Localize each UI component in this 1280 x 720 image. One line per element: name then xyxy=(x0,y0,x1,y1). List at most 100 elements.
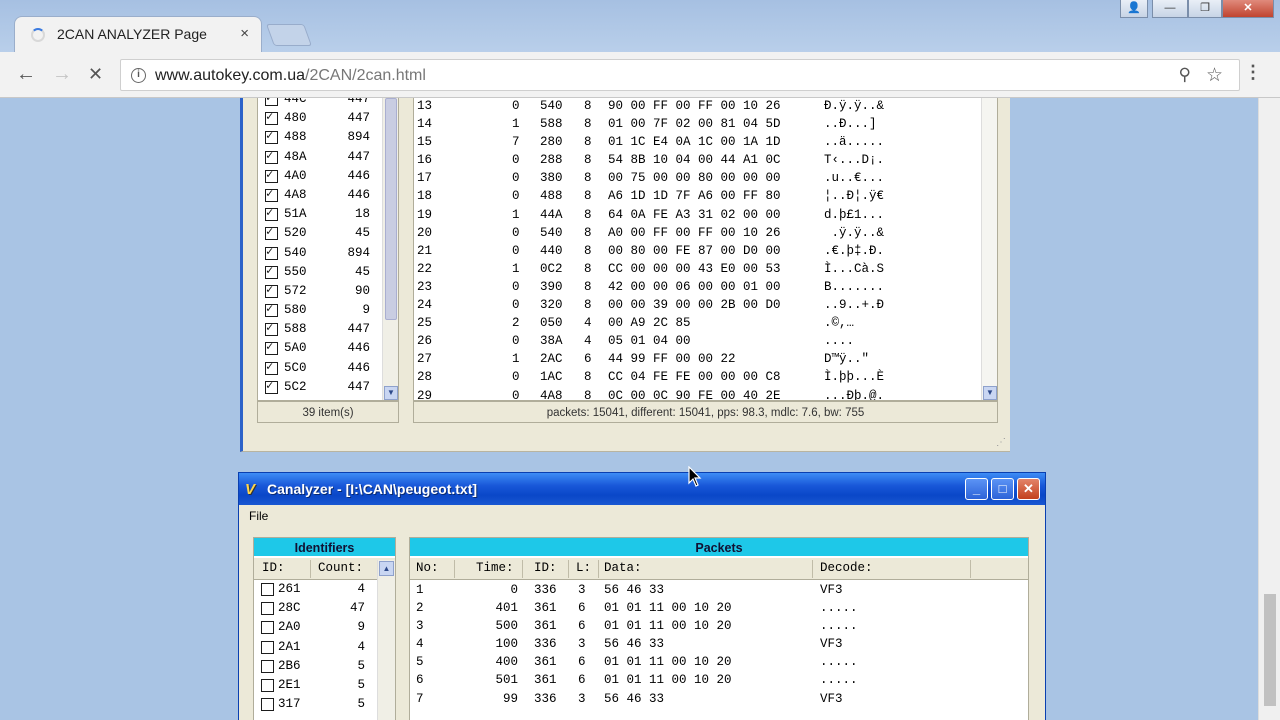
bookmark-star-icon[interactable]: ☆ xyxy=(1206,64,1223,87)
col-len[interactable]: L: xyxy=(576,561,591,575)
zoom-icon[interactable]: ⚲ xyxy=(1179,65,1191,85)
packet-row[interactable]: 14 1 588 8 01 00 7F 02 00 81 04 5D ..Ð...] xyxy=(414,116,997,134)
identifier-row[interactable]: 4A8 446 xyxy=(258,186,398,205)
window-close-button[interactable]: ✕ xyxy=(1222,0,1274,18)
user-icon[interactable]: 👤 xyxy=(1120,0,1148,18)
identifier-row[interactable]: 5C0 446 xyxy=(258,359,398,378)
checkbox-icon[interactable] xyxy=(265,263,278,279)
checkbox-icon[interactable] xyxy=(265,301,278,318)
page-scrollbar-thumb[interactable] xyxy=(1264,594,1276,706)
checkbox-icon[interactable] xyxy=(261,698,274,712)
url-text[interactable]: www.autokey.com.ua/2CAN/2can.html xyxy=(155,67,426,85)
checkbox-icon[interactable] xyxy=(261,678,274,692)
menu-file[interactable]: File xyxy=(249,509,268,523)
checkbox-icon[interactable] xyxy=(265,167,278,183)
checkbox-icon[interactable] xyxy=(265,148,278,164)
identifiers-panel[interactable]: Identifiers ID: Count: 261 4 28C 47 2A0 9 2A1 4… xyxy=(253,537,396,720)
packet-row[interactable]: 17 0 380 8 00 75 00 00 80 00 00 00 .u..€... xyxy=(414,170,997,188)
scroll-down-icon[interactable]: ▼ xyxy=(384,386,398,400)
packet-row[interactable]: 21 0 440 8 00 80 00 FE 87 00 D0 00 .€.þ‡.Ð. xyxy=(414,243,997,261)
identifier-row[interactable]: 480 447 xyxy=(258,109,398,128)
identifier-row[interactable]: 51A 18 xyxy=(258,205,398,224)
packet-row[interactable]: 15 7 280 8 01 1C E4 0A 1C 00 1A 1D ..ä..... xyxy=(414,134,997,152)
packet-row[interactable]: 22 1 0C2 8 CC 00 00 00 43 E0 00 53 Ì...Cà.S xyxy=(414,261,997,279)
window-titlebar[interactable]: V Canalyzer - [I:\CAN\peugeot.txt] _ □ ✕ xyxy=(239,473,1045,505)
identifier-row[interactable]: 520 45 xyxy=(258,224,398,243)
packet-list[interactable]: 13 0 540 8 90 00 FF 00 FF 00 10 26 Ð.ÿ.ÿ..& 14… xyxy=(413,98,998,401)
maximize-button[interactable]: ❐ xyxy=(1188,0,1222,18)
checkbox-icon[interactable] xyxy=(265,320,278,337)
packet-row[interactable]: 28 0 1AC 8 CC 04 FE FE 00 00 00 C8 Ì.þþ...È xyxy=(414,369,997,387)
packet-row[interactable]: 25 2 050 4 00 A9 2C 85 .©,… xyxy=(414,315,997,333)
identifier-row[interactable]: 2E1 5 xyxy=(254,676,395,695)
packet-row[interactable]: 4 100 336 3 56 46 33 VF3 xyxy=(410,636,1028,654)
identifier-row[interactable]: 2A1 4 xyxy=(254,638,395,657)
address-bar[interactable]: i www.autokey.com.ua/2CAN/2can.html ⚲ ☆ xyxy=(120,59,1240,91)
scrollbar-thumb[interactable] xyxy=(385,98,397,320)
identifier-row[interactable]: 488 894 xyxy=(258,128,398,147)
identifier-row[interactable]: 261 4 xyxy=(254,580,395,599)
identifier-row[interactable]: 5A0 446 xyxy=(258,339,398,358)
checkbox-icon[interactable] xyxy=(265,378,278,394)
col-data[interactable]: Data: xyxy=(604,561,642,575)
checkbox-icon[interactable] xyxy=(261,602,274,616)
forward-button[interactable]: → xyxy=(52,63,72,86)
identifier-list[interactable]: 44C 447 480 447 488 894 48A 447 4A0 446 4A8 446 51A 1… xyxy=(257,98,399,401)
identifier-row[interactable]: 317 5 xyxy=(254,695,395,714)
checkbox-icon[interactable] xyxy=(261,640,274,654)
identifier-row[interactable]: 550 45 xyxy=(258,263,398,282)
checkbox-icon[interactable] xyxy=(265,359,278,375)
checkbox-icon[interactable] xyxy=(261,621,274,635)
checkbox-icon[interactable] xyxy=(265,109,278,126)
maximize-button[interactable]: □ xyxy=(991,478,1014,500)
minimize-button[interactable]: — xyxy=(1152,0,1188,18)
packet-row[interactable]: 2 401 361 6 01 01 11 00 10 20..... xyxy=(410,600,1028,618)
checkbox-icon[interactable] xyxy=(265,186,278,202)
identifier-row[interactable]: 44C 447 xyxy=(258,98,398,109)
packet-row[interactable]: 20 0 540 8 A0 00 FF 00 FF 00 10 26 .ÿ.ÿ..& xyxy=(414,225,997,243)
packet-row[interactable]: 29 0 4A8 8 0C 00 0C 90 FE 00 40 2E ...Ðþ.@. xyxy=(414,388,997,401)
close-button[interactable]: ✕ xyxy=(1017,478,1040,500)
checkbox-icon[interactable] xyxy=(265,98,278,106)
checkbox-icon[interactable] xyxy=(265,205,278,222)
scroll-down-icon[interactable]: ▼ xyxy=(983,386,997,400)
packet-row[interactable]: 16 0 288 8 54 8B 10 04 00 44 A1 0C T‹...D¡. xyxy=(414,152,997,170)
checkbox-icon[interactable] xyxy=(261,583,274,596)
col-id[interactable]: ID: xyxy=(534,561,557,575)
identifier-row[interactable]: 2B6 5 xyxy=(254,657,395,676)
page-scrollbar[interactable] xyxy=(1258,98,1280,720)
checkbox-icon[interactable] xyxy=(265,128,278,145)
identifiers-scrollbar[interactable]: ▲ xyxy=(377,560,395,720)
minimize-button[interactable]: _ xyxy=(965,478,988,500)
info-icon[interactable]: i xyxy=(131,68,146,83)
identifier-row[interactable]: 28C 47 xyxy=(254,599,395,618)
browser-menu-icon[interactable]: ⋮ xyxy=(1244,62,1262,83)
packet-row[interactable]: 6 501 361 6 01 01 11 00 10 20..... xyxy=(410,672,1028,690)
col-no[interactable]: No: xyxy=(416,561,439,575)
identifier-row[interactable]: 5C2 447 xyxy=(258,378,398,397)
identifier-row[interactable]: 588 447 xyxy=(258,320,398,339)
col-time[interactable]: Time: xyxy=(476,561,514,575)
packet-row[interactable]: 18 0 488 8 A6 1D 1D 7F A6 00 FF 80 ¦..Ð¦.ÿ€ xyxy=(414,188,997,206)
scroll-up-icon[interactable]: ▲ xyxy=(379,561,394,576)
stop-button[interactable]: ✕ xyxy=(88,64,103,85)
checkbox-icon[interactable] xyxy=(265,224,278,241)
packet-row[interactable]: 27 1 2AC 6 44 99 FF 00 00 22 D™ÿ.." xyxy=(414,351,997,369)
col-count[interactable]: Count: xyxy=(318,561,363,575)
packet-row[interactable]: 7 99 336 3 56 46 33 VF3 xyxy=(410,691,1028,709)
back-button[interactable]: ← xyxy=(16,63,36,86)
identifier-row[interactable]: 4A0 446 xyxy=(258,167,398,186)
identifier-row[interactable]: 540 894 xyxy=(258,244,398,263)
packet-row[interactable]: 19 1 44A 8 64 0A FE A3 31 02 00 00 d.þ£1... xyxy=(414,207,997,225)
tab-close-icon[interactable]: × xyxy=(240,25,249,42)
packet-row[interactable]: 1 0 336 3 56 46 33 VF3 xyxy=(410,582,1028,600)
identifier-row[interactable]: 580 9 xyxy=(258,301,398,320)
packet-row[interactable]: 5 400 361 6 01 01 11 00 10 20..... xyxy=(410,654,1028,672)
new-tab-button[interactable] xyxy=(265,24,313,46)
checkbox-icon[interactable] xyxy=(265,339,278,356)
packet-row[interactable]: 13 0 540 8 90 00 FF 00 FF 00 10 26 Ð.ÿ.ÿ..& xyxy=(414,98,997,116)
identifier-list-scrollbar[interactable]: ▼ xyxy=(382,98,398,400)
packet-row[interactable]: 23 0 390 8 42 00 00 06 00 00 01 00 B....... xyxy=(414,279,997,297)
packet-row[interactable]: 24 0 320 8 00 00 39 00 00 2B 00 D0 ..9..+.Ð xyxy=(414,297,997,315)
identifier-row[interactable]: 572 90 xyxy=(258,282,398,301)
